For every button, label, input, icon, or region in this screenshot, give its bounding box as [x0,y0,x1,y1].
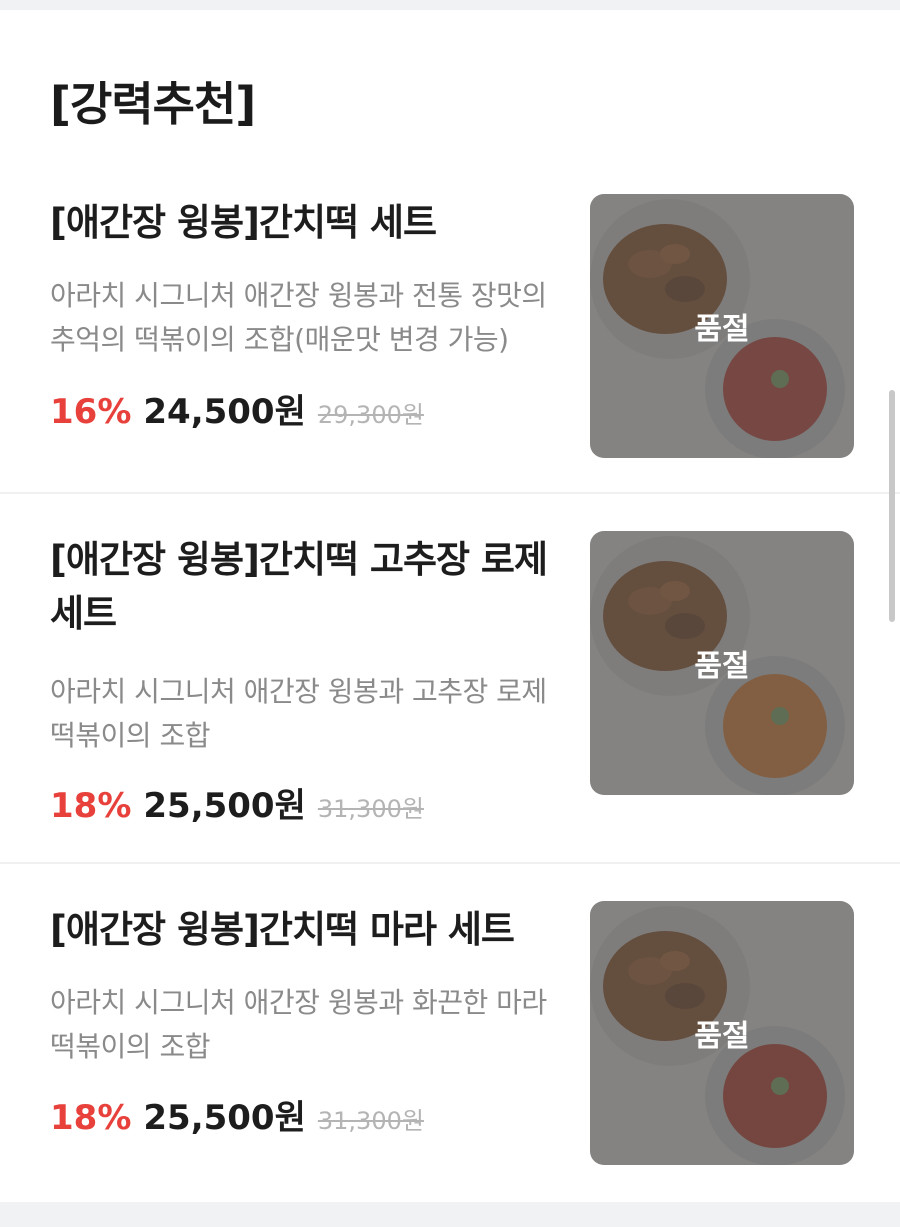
item-description: 아라치 시그니처 애간장 윙봉과 전통 장맛의 추억의 떡볶이의 조합(매운맛 … [50,279,547,356]
soldout-badge: 품절 [694,1019,750,1054]
item-description: 아라치 시그니처 애간장 윙봉과 화끈한 마라떡볶이의 조합 [50,986,547,1063]
discount-rate: 18% [50,786,132,826]
item-description: 아라치 시그니처 애간장 윙봉과 고추장 로제떡볶이의 조합 [50,675,547,752]
price-row: 18% 25,500원 31,300원 [50,1090,424,1139]
original-price: 31,300원 [317,1107,424,1135]
top-strip [0,0,900,10]
bottom-strip [0,1202,900,1227]
original-price: 29,300원 [317,401,424,429]
divider [0,862,900,864]
price-row: 18% 25,500원 31,300원 [50,778,424,827]
discount-rate: 18% [50,1098,132,1138]
soldout-badge: 품절 [694,312,750,347]
sale-price: 24,500원 [143,392,306,432]
item-name: [애간장 윙봉]간치떡 고추장 로제 세트 [50,538,548,635]
sale-price: 25,500원 [143,1098,306,1138]
item-thumbnail[interactable]: 품절 [590,194,854,458]
divider [0,492,900,494]
price-row: 16% 24,500원 29,300원 [50,384,424,433]
item-thumbnail[interactable]: 품절 [590,901,854,1165]
scrollbar[interactable] [889,390,895,622]
item-name: [애간장 윙봉]간치떡 마라 세트 [50,908,515,951]
item-name: [애간장 윙봉]간치떡 세트 [50,201,437,244]
discount-rate: 16% [50,392,132,432]
sale-price: 25,500원 [143,786,306,826]
section-title: [강력추천] [50,77,256,131]
original-price: 31,300원 [317,795,424,823]
item-thumbnail[interactable]: 품절 [590,531,854,795]
soldout-badge: 품절 [694,649,750,684]
